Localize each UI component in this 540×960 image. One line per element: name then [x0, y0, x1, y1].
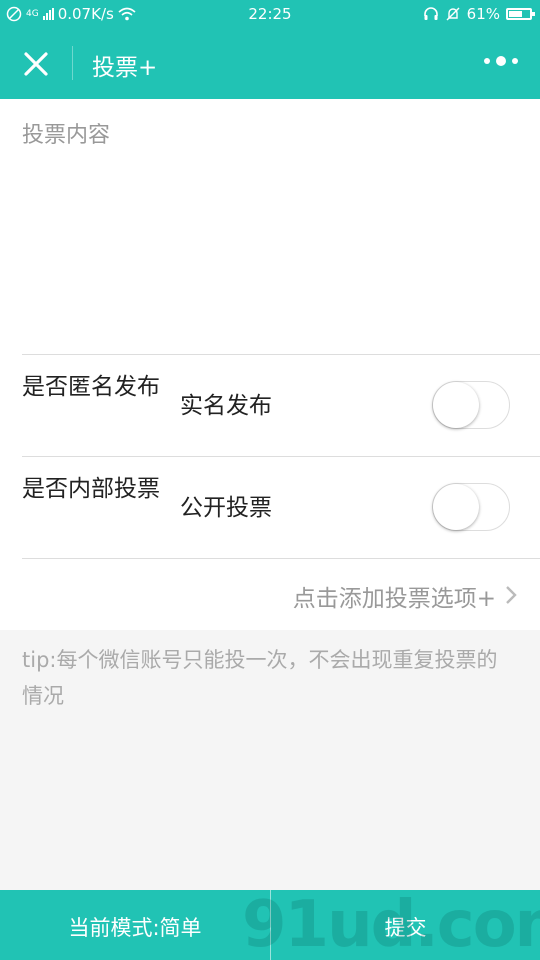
- toggle-knob: [433, 382, 479, 428]
- more-button[interactable]: [484, 56, 518, 66]
- internal-toggle[interactable]: [432, 483, 510, 531]
- status-bar: 4G 0.07K/s 22:25 61%: [0, 0, 540, 28]
- toggle-knob: [433, 484, 479, 530]
- internal-label: 是否内部投票: [22, 476, 160, 502]
- anonymous-label: 是否匿名发布: [22, 374, 160, 400]
- battery-percent: 61%: [466, 5, 500, 23]
- more-dot-icon: [512, 58, 518, 64]
- bottom-bar: 当前模式:简单 提交: [0, 890, 540, 960]
- bell-muted-icon: [446, 7, 460, 21]
- nav-divider: [72, 46, 73, 80]
- anonymous-row: 是否匿名发布 实名发布: [22, 354, 540, 456]
- headset-icon: [423, 7, 438, 20]
- add-option-label: 点击添加投票选项+: [292, 586, 496, 612]
- settings-list: 是否匿名发布 实名发布 是否内部投票 公开投票 点击添加投票选项+: [0, 354, 540, 630]
- chevron-right-icon: [506, 586, 517, 604]
- more-dot-icon: [484, 58, 490, 64]
- close-icon: [24, 52, 48, 76]
- anonymous-toggle[interactable]: [432, 381, 510, 429]
- close-button[interactable]: [18, 46, 54, 82]
- internal-row: 是否内部投票 公开投票: [22, 456, 540, 558]
- submit-button[interactable]: 提交: [271, 890, 540, 960]
- app-header: 4G 0.07K/s 22:25 61% 投票+: [0, 0, 540, 99]
- navigation-bar: 投票+: [0, 28, 540, 99]
- vote-content-section: [0, 99, 540, 354]
- more-dot-icon: [496, 56, 506, 66]
- vote-content-input[interactable]: [22, 117, 522, 337]
- page-title: 投票+: [92, 55, 158, 81]
- mode-button[interactable]: 当前模式:简单: [0, 890, 270, 960]
- tip-text: tip:每个微信账号只能投一次，不会出现重复投票的情况: [22, 648, 498, 708]
- anonymous-value: 实名发布: [180, 393, 272, 419]
- add-option-row[interactable]: 点击添加投票选项+: [22, 558, 540, 630]
- internal-value: 公开投票: [180, 495, 272, 521]
- battery-icon: [506, 8, 535, 20]
